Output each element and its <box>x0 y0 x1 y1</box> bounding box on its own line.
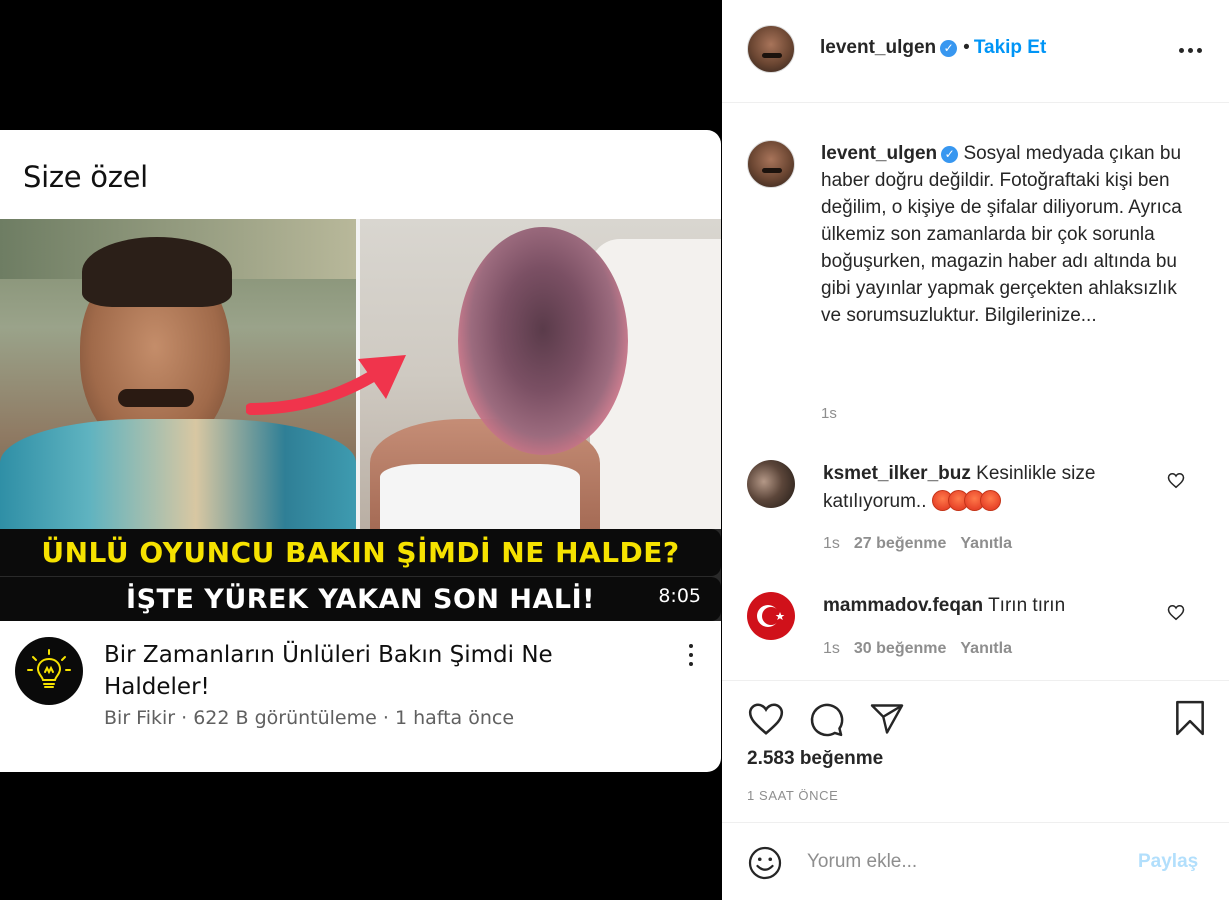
comment-likes[interactable]: 27 beğenme <box>854 535 946 552</box>
comment-meta: 1s 30 beğenme Yanıtla <box>823 640 1012 658</box>
caption-avatar[interactable] <box>747 140 795 188</box>
comment-composer: Paylaş <box>722 822 1229 900</box>
video-duration: 8:05 <box>658 585 701 607</box>
video-thumbnail[interactable]: ÜNLÜ OYUNCU BAKIN ŞİMDİ NE HALDE? İŞTE Y… <box>0 219 721 621</box>
vertical-dots-icon[interactable] <box>682 640 700 670</box>
thumbnail-headline: ÜNLÜ OYUNCU BAKIN ŞİMDİ NE HALDE? <box>0 529 721 576</box>
angry-emoji-icon <box>931 490 1001 512</box>
lightbulb-icon <box>27 649 71 688</box>
heart-icon[interactable] <box>747 701 785 737</box>
caption-username[interactable]: levent_ulgen <box>821 143 937 164</box>
comment-time: 1s <box>823 640 840 657</box>
post-actions: 2.583 beğenme 1 SAAT ÖNCE <box>722 680 1229 822</box>
post-sidebar: levent_ulgen ✓ • Takip Et levent_ulgen ✓ Sos… <box>722 0 1229 900</box>
arrow-icon <box>246 355 406 415</box>
smiley-icon[interactable] <box>747 845 783 881</box>
caption-text: Sosyal medyada çıkan bu haber doğru deği… <box>821 143 1182 326</box>
thumbnail-subheadline: İŞTE YÜREK YAKAN SON HALİ! <box>0 577 721 621</box>
follow-button[interactable]: Takip Et <box>974 37 1047 58</box>
commenter-avatar[interactable] <box>747 460 795 508</box>
commenter-username[interactable]: mammadov.feqan <box>823 595 983 616</box>
horizontal-dots-icon[interactable] <box>1179 48 1202 53</box>
comment-like-heart-icon[interactable] <box>1167 472 1185 489</box>
post-media[interactable]: Size özel ÜNLÜ OYUNCU BAKIN ŞİMDİ NE HAL… <box>0 0 722 900</box>
comment-body: mammadov.feqan Tırın tırın <box>823 592 1153 620</box>
post-header: levent_ulgen ✓ • Takip Et <box>722 0 1229 103</box>
video-title[interactable]: Bir Zamanların Ünlüleri Bakın Şimdi Ne H… <box>104 639 624 703</box>
comment-input[interactable] <box>807 851 1107 873</box>
caption-timestamp: 1s <box>821 405 837 422</box>
video-meta: Bir Fikir · 622 B görüntüleme · 1 hafta … <box>104 707 515 729</box>
caption-body: levent_ulgen ✓ Sosyal medyada çıkan bu ha… <box>821 140 1201 329</box>
card-section-title: Size özel <box>23 160 148 194</box>
comment-icon[interactable] <box>807 700 845 738</box>
author-username[interactable]: levent_ulgen <box>820 37 936 58</box>
turkish-flag-icon <box>757 605 785 627</box>
comment-meta: 1s 27 beğenme Yanıtla <box>823 535 1012 553</box>
post-comment-button[interactable]: Paylaş <box>1138 851 1198 873</box>
blurred-face <box>458 227 628 455</box>
verified-badge-icon: ✓ <box>941 146 959 163</box>
post-timestamp: 1 SAAT ÖNCE <box>747 788 839 803</box>
comment-like-heart-icon[interactable] <box>1167 604 1185 621</box>
verified-badge-icon: ✓ <box>940 40 958 57</box>
author-row: levent_ulgen ✓ • Takip Et <box>820 37 1046 59</box>
reply-button[interactable]: Yanıtla <box>960 640 1012 657</box>
comment-body: ksmet_ilker_buz Kesinlikle size katılıyo… <box>823 460 1153 516</box>
likes-count[interactable]: 2.583 beğenme <box>747 748 883 770</box>
commenter-avatar[interactable] <box>747 592 795 640</box>
bookmark-icon[interactable] <box>1172 699 1208 737</box>
comment-text: Tırın tırın <box>988 595 1066 616</box>
separator-dot: • <box>963 37 970 58</box>
channel-avatar[interactable] <box>15 637 83 705</box>
reply-button[interactable]: Yanıtla <box>960 535 1012 552</box>
commenter-username[interactable]: ksmet_ilker_buz <box>823 463 971 484</box>
share-icon[interactable] <box>868 701 906 737</box>
author-avatar[interactable] <box>747 25 795 73</box>
comment-likes[interactable]: 30 beğenme <box>854 640 946 657</box>
comment-time: 1s <box>823 535 840 552</box>
